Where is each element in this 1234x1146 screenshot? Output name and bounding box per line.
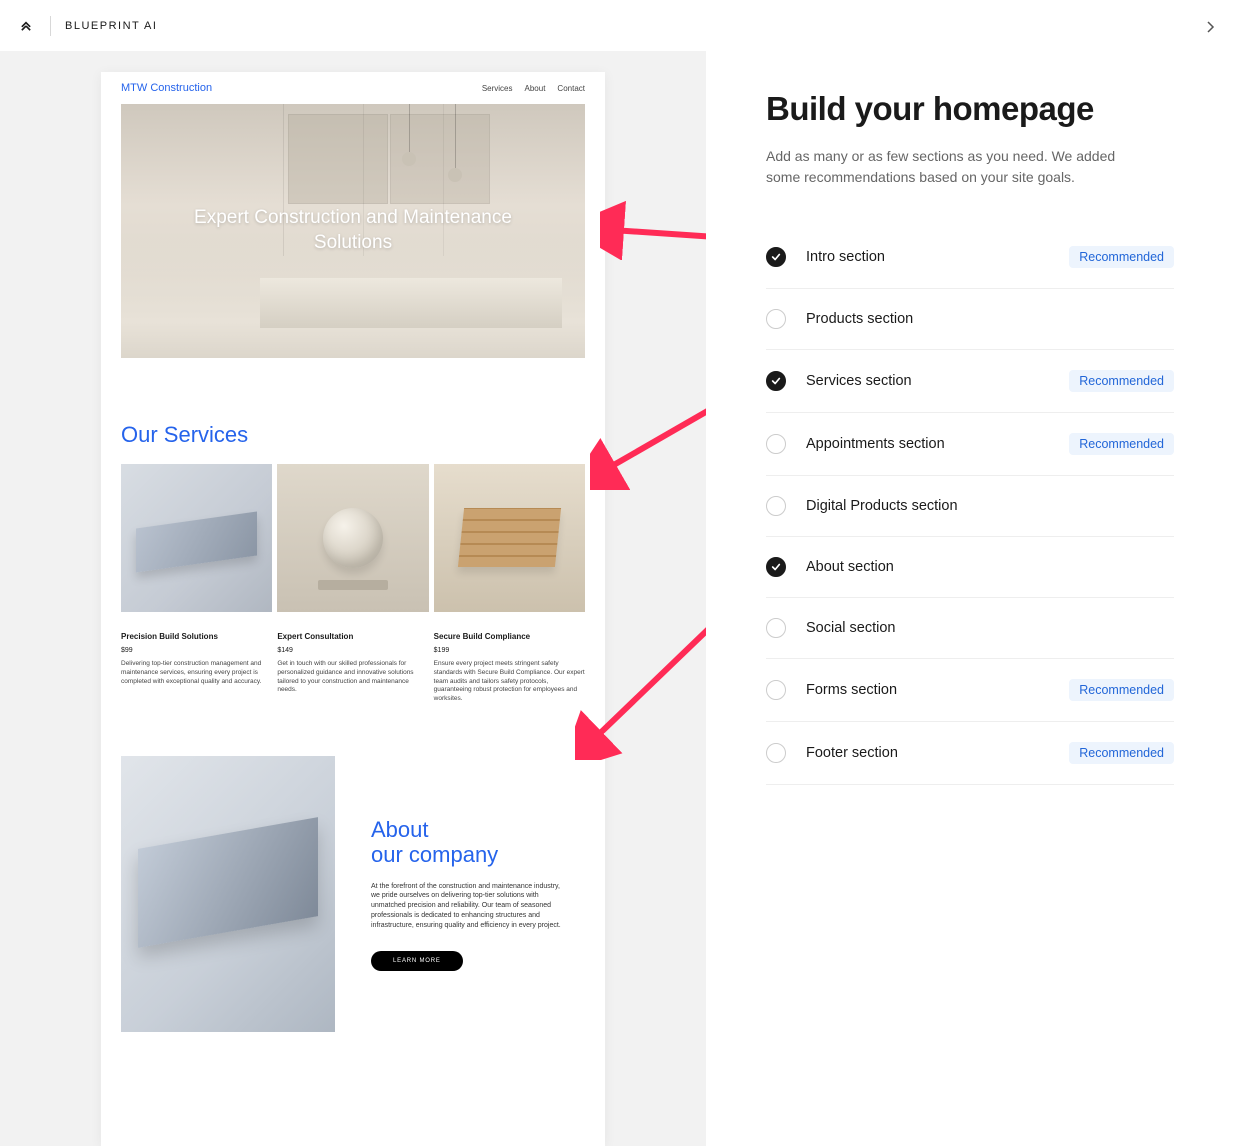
about-text: At the forefront of the construction and… [371, 882, 561, 931]
recommended-badge: Recommended [1069, 246, 1174, 268]
section-row[interactable]: Intro section Recommended [766, 226, 1174, 289]
preview-services-grid: Precision Build Solutions $99 Delivering… [121, 464, 585, 704]
preview-hero: Expert Construction and Maintenance Solu… [121, 104, 585, 358]
service-desc: Delivering top-tier construction managem… [121, 660, 272, 686]
preview-viewport: MTW Construction Services About Contact … [0, 52, 706, 1146]
header-divider [50, 16, 51, 36]
service-title: Expert Consultation [277, 632, 428, 641]
service-desc: Ensure every project meets stringent saf… [434, 660, 585, 704]
recommended-badge: Recommended [1069, 742, 1174, 764]
header-bar: BLUEPRINT AI [0, 0, 706, 52]
section-row[interactable]: Footer section Recommended [766, 722, 1174, 785]
section-label: Social section [806, 620, 1174, 636]
section-row[interactable]: Digital Products section [766, 476, 1174, 537]
about-heading-line: our company [371, 842, 498, 867]
service-title: Secure Build Compliance [434, 632, 585, 641]
recommended-badge: Recommended [1069, 433, 1174, 455]
section-row[interactable]: Services section Recommended [766, 350, 1174, 413]
section-label: Services section [806, 373, 1049, 389]
preview-about-section: About our company At the forefront of th… [101, 724, 605, 1072]
section-checkbox[interactable] [766, 371, 786, 391]
panel-title: Build your homepage [766, 90, 1174, 128]
section-row[interactable]: Appointments section Recommended [766, 413, 1174, 476]
service-image [434, 464, 585, 612]
service-card: Expert Consultation $149 Get in touch wi… [277, 464, 428, 704]
recommended-badge: Recommended [1069, 370, 1174, 392]
section-row[interactable]: Social section [766, 598, 1174, 659]
learn-more-button[interactable]: LEARN MORE [371, 951, 463, 971]
service-desc: Get in touch with our skilled profession… [277, 660, 428, 695]
about-heading-line: About [371, 817, 429, 842]
service-price: $199 [434, 647, 585, 654]
section-label: Footer section [806, 745, 1049, 761]
about-image [121, 756, 335, 1032]
squarespace-logo-icon [16, 16, 36, 36]
check-icon [771, 376, 781, 386]
section-label: Appointments section [806, 436, 1049, 452]
section-row[interactable]: Forms section Recommended [766, 659, 1174, 722]
section-checkbox[interactable] [766, 680, 786, 700]
preview-site-header: MTW Construction Services About Contact [101, 72, 605, 104]
check-icon [771, 252, 781, 262]
nav-item: Contact [557, 84, 585, 93]
nav-item: About [525, 84, 546, 93]
section-label: Digital Products section [806, 498, 1174, 514]
section-label: Intro section [806, 249, 1049, 265]
preview-site-nav: Services About Contact [482, 84, 585, 93]
section-checkbox[interactable] [766, 247, 786, 267]
section-checkbox[interactable] [766, 557, 786, 577]
brand-label: BLUEPRINT AI [65, 20, 157, 32]
section-checkbox[interactable] [766, 309, 786, 329]
recommended-badge: Recommended [1069, 679, 1174, 701]
section-checkbox[interactable] [766, 743, 786, 763]
close-button[interactable] [1202, 18, 1220, 36]
section-checkbox[interactable] [766, 618, 786, 638]
service-price: $149 [277, 647, 428, 654]
service-card: Secure Build Compliance $199 Ensure ever… [434, 464, 585, 704]
service-title: Precision Build Solutions [121, 632, 272, 641]
section-label: Forms section [806, 682, 1049, 698]
preview-site-brand: MTW Construction [121, 82, 212, 94]
about-heading: About our company [371, 817, 585, 868]
about-body: About our company At the forefront of th… [371, 817, 585, 971]
section-list: Intro section Recommended Products section… [766, 226, 1174, 785]
panel-subtitle: Add as many or as few sections as you ne… [766, 146, 1126, 188]
section-row[interactable]: Products section [766, 289, 1174, 350]
chevron-right-icon [1205, 21, 1217, 33]
service-image [277, 464, 428, 612]
service-price: $99 [121, 647, 272, 654]
left-preview-panel: BLUEPRINT AI MTW Construction Services A… [0, 0, 706, 1146]
service-image [121, 464, 272, 612]
section-label: Products section [806, 311, 1174, 327]
check-icon [771, 562, 781, 572]
site-preview-frame: MTW Construction Services About Contact … [101, 72, 605, 1146]
preview-services-heading: Our Services [121, 422, 585, 448]
nav-item: Services [482, 84, 513, 93]
service-card: Precision Build Solutions $99 Delivering… [121, 464, 272, 704]
section-checkbox[interactable] [766, 496, 786, 516]
preview-hero-title: Expert Construction and Maintenance Solu… [163, 206, 543, 255]
app-root: BLUEPRINT AI MTW Construction Services A… [0, 0, 1234, 1146]
section-checkbox[interactable] [766, 434, 786, 454]
section-row[interactable]: About section [766, 537, 1174, 598]
right-config-panel: Build your homepage Add as many or as fe… [706, 0, 1234, 1146]
section-label: About section [806, 559, 1174, 575]
preview-services-section: Our Services Precision Build Solutions $… [101, 358, 605, 724]
